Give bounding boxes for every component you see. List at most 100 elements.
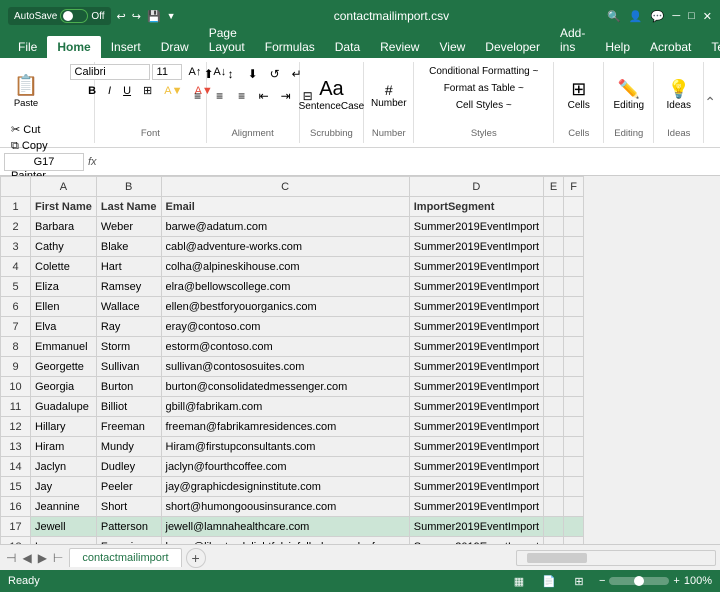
number-button[interactable]: # Number	[366, 67, 412, 123]
tab-pagelayout[interactable]: Page Layout	[199, 22, 255, 58]
cell-13-d[interactable]: Summer2019EventImport	[409, 437, 543, 457]
cell-1-a[interactable]: First Name	[31, 197, 97, 217]
cell-6-e[interactable]	[544, 297, 564, 317]
cell-7-e[interactable]	[544, 317, 564, 337]
tab-home[interactable]: Home	[47, 36, 100, 58]
cell-17-b[interactable]: Patterson	[96, 517, 161, 537]
cell-13-e[interactable]	[544, 437, 564, 457]
scroll-thumb[interactable]	[527, 553, 587, 563]
cell-5-d[interactable]: Summer2019EventImport	[409, 277, 543, 297]
tab-addins[interactable]: Add-ins	[550, 22, 595, 58]
tab-data[interactable]: Data	[325, 36, 370, 58]
align-middle-button[interactable]: ↕	[221, 64, 241, 84]
cell-8-f[interactable]	[564, 337, 584, 357]
quick-access-more[interactable]: ▼	[167, 11, 176, 21]
maximize-button[interactable]: □	[688, 10, 695, 22]
cell-9-d[interactable]: Summer2019EventImport	[409, 357, 543, 377]
cell-12-d[interactable]: Summer2019EventImport	[409, 417, 543, 437]
cell-14-e[interactable]	[544, 457, 564, 477]
sentencecase-button[interactable]: Aa SentenceCase	[291, 74, 373, 116]
cell-15-d[interactable]: Summer2019EventImport	[409, 477, 543, 497]
cell-1-c[interactable]: Email	[161, 197, 409, 217]
cell-6-d[interactable]: Summer2019EventImport	[409, 297, 543, 317]
conditional-formatting-button[interactable]: Conditional Formatting ~	[423, 64, 544, 79]
name-box[interactable]	[4, 153, 84, 171]
cell-16-f[interactable]	[564, 497, 584, 517]
redo-icon[interactable]: ↪	[132, 10, 141, 23]
cell-5-f[interactable]	[564, 277, 584, 297]
cell-9-b[interactable]: Sullivan	[96, 357, 161, 377]
cell-10-c[interactable]: burton@consolidatedmessenger.com	[161, 377, 409, 397]
cell-14-d[interactable]: Summer2019EventImport	[409, 457, 543, 477]
close-button[interactable]: ✕	[703, 10, 712, 23]
col-header-c[interactable]: C	[161, 177, 409, 197]
tab-last-button[interactable]: ⊢	[51, 549, 65, 567]
tab-developer[interactable]: Developer	[475, 36, 550, 58]
tab-prev-button[interactable]: ◀	[20, 549, 33, 567]
cell-9-f[interactable]	[564, 357, 584, 377]
add-sheet-button[interactable]: +	[186, 548, 206, 568]
cell-12-a[interactable]: Hillary	[31, 417, 97, 437]
format-as-table-button[interactable]: Format as Table ~	[438, 81, 530, 96]
col-header-a[interactable]: A	[31, 177, 97, 197]
italic-button[interactable]: I	[103, 83, 116, 99]
tab-first-button[interactable]: ⊣	[4, 549, 18, 567]
search-icon[interactable]: 🔍	[607, 10, 621, 23]
share-icon[interactable]: 👤	[629, 10, 643, 23]
cell-15-f[interactable]	[564, 477, 584, 497]
formula-input[interactable]	[101, 154, 716, 170]
cell-10-b[interactable]: Burton	[96, 377, 161, 397]
tab-next-button[interactable]: ▶	[36, 549, 49, 567]
cell-5-c[interactable]: elra@bellowscollege.com	[161, 277, 409, 297]
tab-file[interactable]: File	[8, 36, 47, 58]
cell-styles-button[interactable]: Cell Styles ~	[450, 98, 518, 113]
cell-13-b[interactable]: Mundy	[96, 437, 161, 457]
cell-4-c[interactable]: colha@alpineskihouse.com	[161, 257, 409, 277]
cell-11-f[interactable]	[564, 397, 584, 417]
cell-12-f[interactable]	[564, 417, 584, 437]
cell-17-e[interactable]	[544, 517, 564, 537]
cell-8-a[interactable]: Emmanuel	[31, 337, 97, 357]
cell-7-b[interactable]: Ray	[96, 317, 161, 337]
cell-3-c[interactable]: cabl@adventure-works.com	[161, 237, 409, 257]
text-direction-button[interactable]: ↺	[265, 64, 285, 84]
font-size-input[interactable]	[152, 64, 182, 80]
save-icon[interactable]: 💾	[147, 10, 161, 23]
cell-13-f[interactable]	[564, 437, 584, 457]
cell-3-d[interactable]: Summer2019EventImport	[409, 237, 543, 257]
cell-6-c[interactable]: ellen@bestforyouorganics.com	[161, 297, 409, 317]
minimize-button[interactable]: ─	[672, 10, 680, 22]
cell-18-e[interactable]	[544, 537, 564, 545]
tab-insert[interactable]: Insert	[101, 36, 151, 58]
cell-9-e[interactable]	[544, 357, 564, 377]
cell-15-e[interactable]	[544, 477, 564, 497]
cell-2-e[interactable]	[544, 217, 564, 237]
paste-button[interactable]: 📋 Paste	[8, 64, 44, 120]
cells-button[interactable]: ⊞ Cells	[561, 67, 597, 123]
tab-acrobat[interactable]: Acrobat	[640, 36, 701, 58]
cell-16-e[interactable]	[544, 497, 564, 517]
cell-18-f[interactable]	[564, 537, 584, 545]
align-right-button[interactable]: ≡	[232, 86, 252, 106]
cell-8-b[interactable]: Storm	[96, 337, 161, 357]
cell-10-f[interactable]	[564, 377, 584, 397]
align-center-button[interactable]: ≡	[210, 86, 230, 106]
tab-view[interactable]: View	[429, 36, 475, 58]
autosave-switch[interactable]	[60, 9, 88, 23]
editing-button[interactable]: ✏️ Editing	[608, 67, 649, 123]
cell-10-d[interactable]: Summer2019EventImport	[409, 377, 543, 397]
cell-4-f[interactable]	[564, 257, 584, 277]
cell-7-d[interactable]: Summer2019EventImport	[409, 317, 543, 337]
cell-18-c[interactable]: lamar@libertysdelightfulsinfulbakeryandc…	[161, 537, 409, 545]
sheet-tab-contactmailimport[interactable]: contactmailimport	[69, 548, 181, 567]
cell-12-e[interactable]	[544, 417, 564, 437]
cell-14-f[interactable]	[564, 457, 584, 477]
align-bottom-button[interactable]: ⬇	[243, 64, 263, 84]
tab-help[interactable]: Help	[595, 36, 640, 58]
decrease-indent-button[interactable]: ⇤	[254, 86, 274, 106]
tab-formulas[interactable]: Formulas	[255, 36, 325, 58]
cell-11-b[interactable]: Billiot	[96, 397, 161, 417]
cell-15-b[interactable]: Peeler	[96, 477, 161, 497]
cell-4-a[interactable]: Colette	[31, 257, 97, 277]
cell-11-d[interactable]: Summer2019EventImport	[409, 397, 543, 417]
